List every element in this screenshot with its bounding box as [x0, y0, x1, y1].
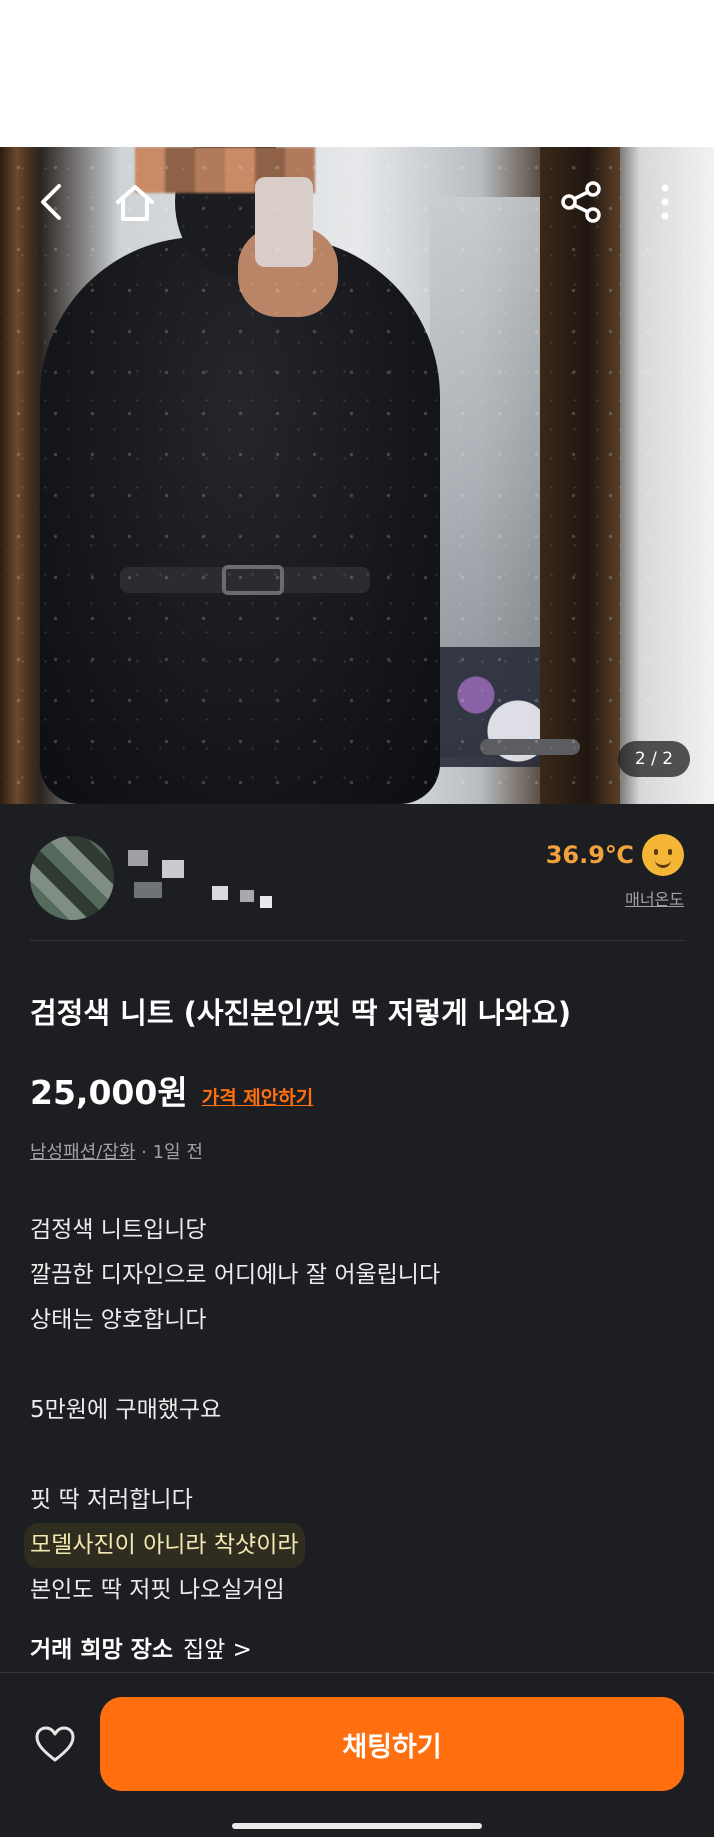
- description-line: 본인도 딱 저핏 나오실거임: [30, 1577, 285, 1603]
- share-icon[interactable]: [558, 178, 606, 226]
- posted-time: · 1일 전: [135, 1142, 203, 1163]
- chevron-left-icon[interactable]: [30, 180, 74, 224]
- home-icon[interactable]: [110, 178, 160, 228]
- blurred-nickname: [128, 850, 278, 910]
- status-bar-area: [0, 0, 714, 147]
- product-price: 25,000원: [30, 1073, 188, 1112]
- manner-temperature-label[interactable]: 매너온도: [625, 886, 684, 910]
- heart-icon[interactable]: [30, 1719, 80, 1769]
- product-title: 검정색 니트 (사진본인/핏 딱 저렇게 나와요): [30, 996, 572, 1030]
- product-description: 검정색 니트입니당 깔끔한 디자인으로 어디에나 잘 어울립니다 상태는 양호합…: [24, 1208, 690, 1613]
- description-line: [30, 1433, 690, 1478]
- price-row: 25,000원 가격 제안하기: [30, 1066, 313, 1114]
- avatar[interactable]: [30, 836, 114, 920]
- description-line: 5만원에 구매했구요: [30, 1397, 222, 1423]
- chat-button[interactable]: 채팅하기: [100, 1697, 684, 1791]
- highlighted-description-line: 모델사진이 아니라 착샷이라: [24, 1523, 305, 1568]
- price-offer-link[interactable]: 가격 제안하기: [202, 1083, 314, 1110]
- more-vertical-icon[interactable]: [650, 180, 680, 224]
- bottom-action-bar: 채팅하기: [0, 1672, 714, 1837]
- description-line: 검정색 니트입니당: [30, 1217, 207, 1243]
- trade-place-value[interactable]: 집앞 >: [183, 1630, 252, 1664]
- seller-profile[interactable]: 36.9℃ 매너온도: [0, 804, 714, 940]
- description-line: 깔끔한 디자인으로 어디에나 잘 어울립니다: [30, 1262, 441, 1288]
- divider: [30, 940, 684, 941]
- product-meta: 남성패션/잡화 · 1일 전: [30, 1138, 203, 1164]
- smile-face-icon: [642, 834, 684, 876]
- description-line: 핏 딱 저러합니다: [30, 1487, 193, 1513]
- photo-page-indicator: 2 / 2: [618, 741, 690, 777]
- home-indicator[interactable]: [232, 1823, 482, 1829]
- product-detail: 36.9℃ 매너온도 검정색 니트 (사진본인/핏 딱 저렇게 나와요) 25,…: [0, 804, 714, 1837]
- manner-temperature[interactable]: 36.9℃: [546, 834, 684, 876]
- temperature-value: 36.9℃: [545, 841, 634, 869]
- trade-place-label: 거래 희망 장소: [30, 1637, 173, 1663]
- product-photo[interactable]: [0, 147, 714, 804]
- description-line: [30, 1343, 690, 1388]
- trade-place[interactable]: 거래 희망 장소 집앞 >: [30, 1630, 252, 1664]
- category-link[interactable]: 남성패션/잡화: [30, 1142, 135, 1163]
- description-line: 상태는 양호합니다: [30, 1307, 207, 1333]
